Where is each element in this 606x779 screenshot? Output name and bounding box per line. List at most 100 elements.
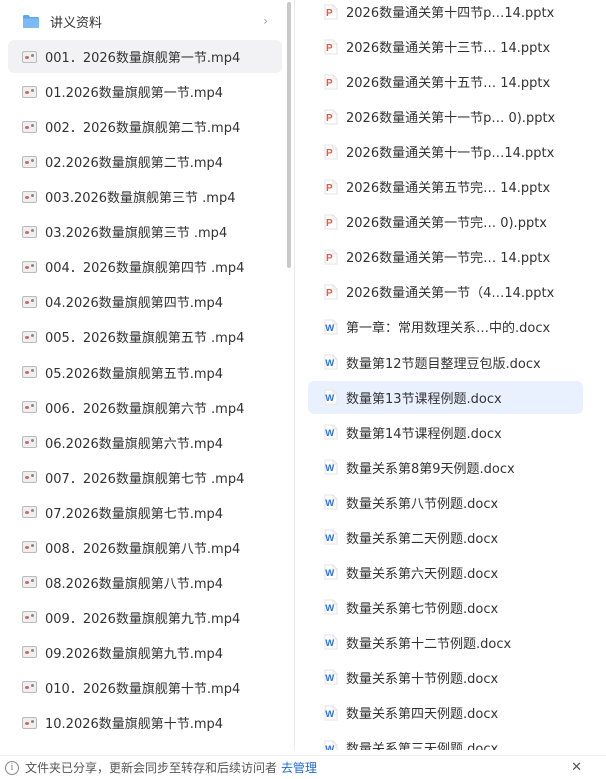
left-file-item[interactable]: 009．2026数量旗舰第九节.mp4 [8, 601, 282, 634]
right-file-item[interactable]: W 数量关系第二天例题.docx [308, 521, 583, 554]
left-file-item[interactable]: 05.2026数量旗舰第五节.mp4 [8, 356, 282, 389]
left-file-item[interactable]: 003.2026数量旗舰第三节 .mp4 [8, 180, 282, 213]
right-file-item[interactable]: W 数量关系第三天例题.docx [308, 731, 583, 750]
pptx-icon: P [324, 4, 338, 20]
right-file-item[interactable]: P 2026数量通关第五节完… 14.pptx [308, 170, 583, 203]
right-file-item[interactable]: W 数量关系第十二节例题.docx [308, 626, 583, 659]
svg-text:W: W [325, 393, 334, 404]
left-file-item-label: 007．2026数量旗舰第七节 .mp4 [45, 471, 245, 487]
video-thumbnail-icon [22, 225, 37, 238]
right-file-item[interactable]: W 数量关系第十节例题.docx [308, 661, 583, 694]
right-file-item-label: 数量关系第四天例题.docx [346, 707, 499, 722]
video-thumbnail-icon [22, 541, 37, 554]
docx-icon: W [324, 354, 338, 370]
left-file-item-label: 006．2026数量旗舰第六节 .mp4 [45, 401, 245, 417]
manage-link[interactable]: 去管理 [281, 759, 317, 776]
pptx-icon: P [324, 249, 338, 265]
left-file-item[interactable]: 07.2026数量旗舰第七节.mp4 [8, 496, 282, 529]
right-file-item[interactable]: W 数量关系第四天例题.docx [308, 696, 583, 729]
right-file-item[interactable]: P 2026数量通关第十一节p…14.pptx [308, 135, 583, 168]
svg-text:W: W [325, 323, 334, 334]
right-file-item-label: 2026数量通关第五节完… 14.pptx [346, 181, 551, 197]
left-file-item[interactable]: 讲义资料 › [8, 5, 282, 38]
left-file-item[interactable]: 03.2026数量旗舰第三节 .mp4 [8, 215, 282, 248]
right-file-item[interactable]: P 2026数量通关第一节完… 14.pptx [308, 240, 583, 273]
svg-text:W: W [325, 358, 334, 369]
svg-text:W: W [325, 638, 334, 649]
video-thumbnail-icon [22, 471, 37, 484]
docx-icon: W [324, 564, 338, 580]
left-file-item[interactable]: 008．2026数量旗舰第八节.mp4 [8, 531, 282, 564]
right-file-item[interactable]: P 2026数量通关第十三节… 14.pptx [308, 30, 583, 63]
svg-text:P: P [326, 218, 333, 229]
docx-icon: W [324, 529, 338, 545]
video-thumbnail-icon [22, 681, 37, 694]
svg-text:P: P [326, 288, 333, 299]
left-file-item[interactable]: 002．2026数量旗舰第二节.mp4 [8, 110, 282, 143]
video-thumbnail-icon [22, 436, 37, 449]
left-file-item-label: 05.2026数量旗舰第五节.mp4 [45, 366, 224, 382]
info-icon: i [5, 760, 19, 775]
right-file-item-label: 2026数量通关第十一节p…14.pptx [346, 146, 555, 162]
right-file-item[interactable]: P 2026数量通关第一节（4…14.pptx [308, 275, 583, 308]
left-file-item[interactable]: 007．2026数量旗舰第七节 .mp4 [8, 461, 282, 494]
right-file-item[interactable]: W 数量第12节题目整理豆包版.docx [308, 346, 583, 379]
left-scrollbar-thumb[interactable] [287, 2, 291, 268]
pptx-icon: P [324, 214, 338, 230]
right-file-item-label: 2026数量通关第十五节… 14.pptx [346, 76, 551, 92]
right-file-item[interactable]: W 第一章：常用数理关系…中的.docx [308, 310, 583, 343]
right-file-item[interactable]: P 2026数量通关第十五节… 14.pptx [308, 65, 583, 98]
pptx-icon: P [324, 284, 338, 300]
right-file-item[interactable]: W 数量关系第八节例题.docx [308, 486, 583, 519]
left-file-item[interactable]: 10.2026数量旗舰第十节.mp4 [8, 706, 282, 739]
left-file-item[interactable]: 02.2026数量旗舰第二节.mp4 [8, 145, 282, 178]
left-file-item-label: 02.2026数量旗舰第二节.mp4 [45, 156, 224, 172]
left-file-item-label: 10.2026数量旗舰第十节.mp4 [45, 717, 224, 732]
left-file-item-label: 08.2026数量旗舰第八节.mp4 [45, 576, 224, 592]
left-file-item-label: 讲义资料 [50, 16, 103, 31]
right-file-item[interactable]: W 数量第13节课程例题.docx [308, 380, 583, 414]
left-file-item-label: 09.2026数量旗舰第九节.mp4 [45, 646, 224, 662]
right-file-item-label: 数量关系第十节例题.docx [346, 671, 499, 687]
left-file-list: 讲义资料 › 001．2026数量旗舰第一节.mp4 01.2026数量旗舰第一节.m… [0, 0, 292, 750]
right-file-item[interactable]: P 2026数量通关第一节完… 0).pptx [308, 205, 583, 238]
right-file-item[interactable]: P 2026数量通关第十一节p… 0).pptx [308, 100, 583, 133]
right-file-item-label: 数量第14节课程例题.docx [346, 426, 502, 442]
right-file-item[interactable]: W 数量关系第六天例题.docx [308, 556, 583, 589]
right-file-item-label: 数量关系第三天例题.docx [346, 742, 499, 750]
right-file-item-label: 数量第12节题目整理豆包版.docx [346, 356, 541, 372]
docx-icon: W [324, 459, 338, 475]
left-file-item-label: 009．2026数量旗舰第九节.mp4 [45, 611, 241, 627]
pptx-icon: P [324, 144, 338, 160]
video-thumbnail-icon [22, 611, 37, 624]
left-file-item[interactable]: 001．2026数量旗舰第一节.mp4 [8, 40, 282, 74]
docx-icon: W [324, 705, 338, 721]
left-file-item[interactable]: 010．2026数量旗舰第十节.mp4 [8, 671, 282, 704]
left-file-item[interactable]: 08.2026数量旗舰第八节.mp4 [8, 566, 282, 599]
video-thumbnail-icon [22, 330, 37, 343]
docx-icon: W [324, 740, 338, 750]
right-file-item[interactable]: W 数量关系第七节例题.docx [308, 591, 583, 624]
right-file-item[interactable]: W 数量关系第8第9天例题.docx [308, 451, 583, 484]
video-thumbnail-icon [22, 401, 37, 414]
svg-text:W: W [325, 744, 334, 750]
left-file-item[interactable]: 005．2026数量旗舰第五节 .mp4 [8, 320, 282, 353]
left-file-item[interactable]: 01.2026数量旗舰第一节.mp4 [8, 75, 282, 108]
video-thumbnail-icon [22, 576, 37, 589]
left-file-item[interactable]: 04.2026数量旗舰第四节.mp4 [8, 285, 282, 318]
left-file-item[interactable]: 006．2026数量旗舰第六节 .mp4 [8, 391, 282, 424]
pane-divider [294, 0, 295, 750]
docx-icon: W [324, 389, 338, 405]
docx-icon: W [324, 494, 338, 510]
left-file-item[interactable]: 06.2026数量旗舰第六节.mp4 [8, 426, 282, 459]
close-icon[interactable]: ✕ [571, 760, 582, 775]
left-file-item-label: 002．2026数量旗舰第二节.mp4 [45, 121, 241, 137]
docx-icon: W [324, 599, 338, 615]
right-file-item[interactable]: P 2026数量通关第十四节p…14.pptx [308, 0, 583, 28]
right-file-item[interactable]: W 数量第14节课程例题.docx [308, 416, 583, 449]
left-file-item[interactable]: 004．2026数量旗舰第四节 .mp4 [8, 250, 282, 283]
docx-icon: W [324, 634, 338, 650]
svg-text:P: P [326, 148, 333, 159]
left-file-item[interactable]: 09.2026数量旗舰第九节.mp4 [8, 636, 282, 669]
video-thumbnail-icon [22, 190, 37, 203]
